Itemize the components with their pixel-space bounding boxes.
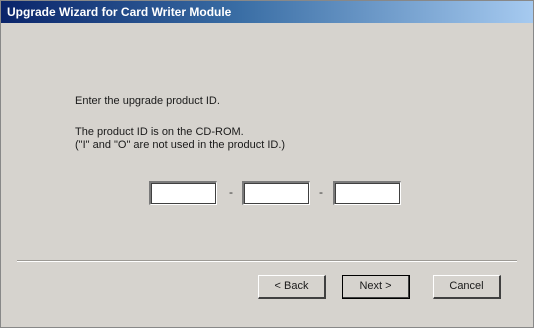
- id-separator-1: -: [229, 185, 233, 199]
- product-id-field-1[interactable]: [149, 181, 217, 205]
- instruction-text: Enter the upgrade product ID.: [75, 95, 220, 107]
- product-id-field-3[interactable]: [333, 181, 401, 205]
- title-bar: Upgrade Wizard for Card Writer Module: [1, 1, 533, 23]
- cancel-button[interactable]: Cancel: [433, 275, 501, 299]
- id-separator-2: -: [319, 185, 323, 199]
- hint-line-2: ("I" and "O" are not used in the product…: [75, 139, 286, 151]
- wizard-window: Upgrade Wizard for Card Writer Module En…: [0, 0, 534, 328]
- next-button[interactable]: Next >: [342, 275, 410, 299]
- window-title: Upgrade Wizard for Card Writer Module: [7, 5, 232, 19]
- button-divider: [17, 260, 517, 262]
- hint-line-1: The product ID is on the CD-ROM.: [75, 126, 244, 138]
- back-button[interactable]: < Back: [258, 275, 326, 299]
- product-id-field-2[interactable]: [242, 181, 310, 205]
- wizard-content: Enter the upgrade product ID. The produc…: [1, 23, 533, 329]
